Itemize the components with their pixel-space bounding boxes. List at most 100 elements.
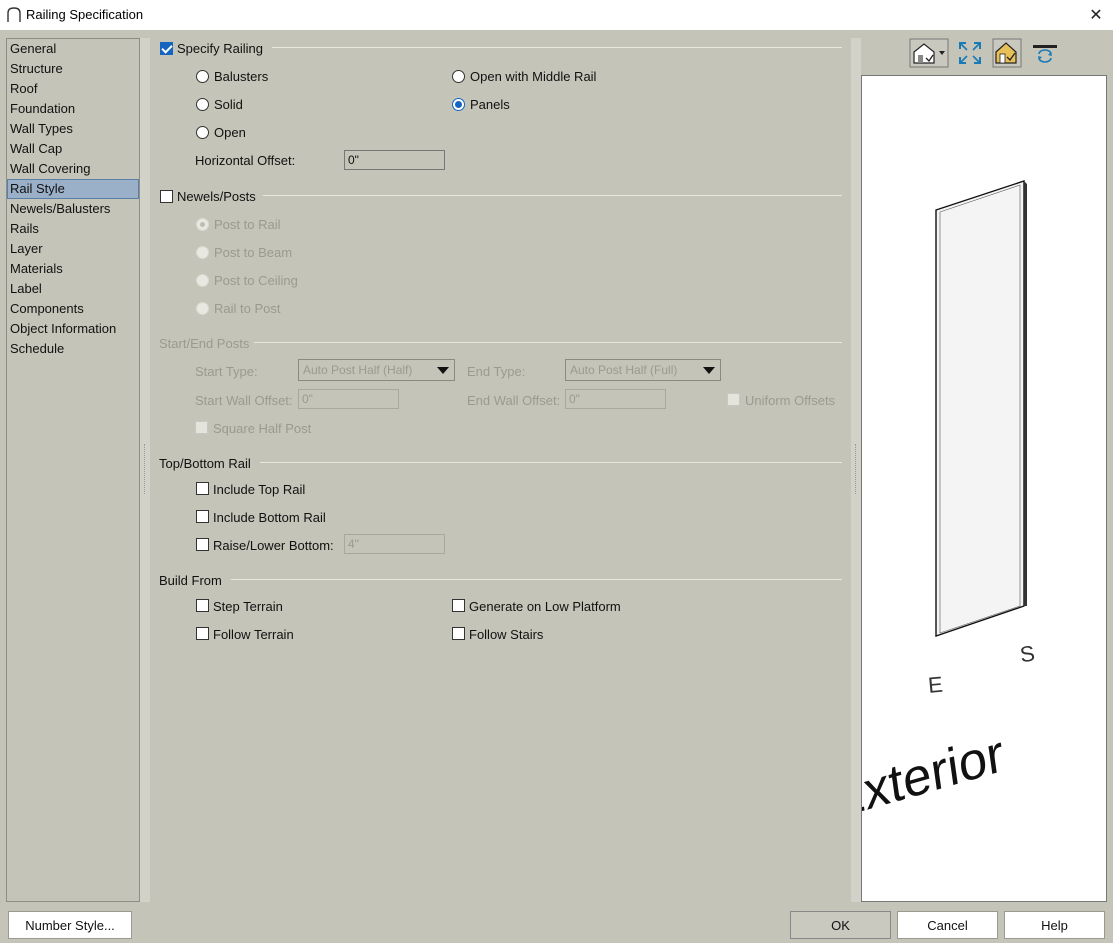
nav-item-layer[interactable]: Layer: [7, 239, 139, 259]
right-splitter[interactable]: [851, 38, 861, 902]
chevron-down-icon: [703, 367, 715, 374]
balusters-label: Balusters: [214, 69, 269, 84]
preview-pane[interactable]: S E Exterior: [861, 75, 1107, 902]
help-button[interactable]: Help: [1004, 911, 1105, 939]
close-icon[interactable]: ✕: [1079, 0, 1113, 30]
raise-lower-bottom-field[interactable]: 4": [344, 534, 445, 554]
post-to-beam-radio[interactable]: [196, 246, 209, 259]
step-terrain-checkbox[interactable]: [196, 599, 209, 612]
panels-radio[interactable]: [452, 98, 465, 111]
fill-window-icon[interactable]: [956, 38, 984, 68]
start-end-posts-label: Start/End Posts: [159, 336, 250, 351]
solid-radio[interactable]: [196, 98, 209, 111]
nav-item-wall-cap[interactable]: Wall Cap: [7, 139, 139, 159]
compass-e-label: E: [927, 672, 944, 698]
include-top-rail-label: Include Top Rail: [213, 482, 306, 497]
category-list: General Structure Roof Foundation Wall T…: [6, 38, 140, 902]
start-type-label: Start Type:: [195, 364, 258, 379]
start-wall-offset-label: Start Wall Offset:: [195, 393, 293, 408]
square-half-post-checkbox[interactable]: [195, 421, 208, 434]
chevron-down-icon: [437, 367, 449, 374]
post-to-rail-label: Post to Rail: [214, 217, 281, 232]
nav-item-roof[interactable]: Roof: [7, 79, 139, 99]
open-with-middle-rail-radio[interactable]: [452, 70, 465, 83]
open-label: Open: [214, 125, 246, 140]
number-style-button[interactable]: Number Style...: [8, 911, 132, 939]
end-wall-offset-field[interactable]: 0": [565, 389, 666, 409]
end-wall-offset-label: End Wall Offset:: [467, 393, 561, 408]
include-bottom-rail-label: Include Bottom Rail: [213, 510, 326, 525]
raise-lower-bottom-label: Raise/Lower Bottom:: [213, 538, 334, 553]
raise-lower-bottom-checkbox[interactable]: [196, 538, 209, 551]
preview-toolbar: [862, 38, 1108, 70]
nav-item-newels-balusters[interactable]: Newels/Balusters: [7, 199, 139, 219]
title-bar: Railing Specification ✕: [0, 0, 1113, 30]
rail-to-post-label: Rail to Post: [214, 301, 281, 316]
post-to-rail-radio[interactable]: [196, 218, 209, 231]
post-to-beam-label: Post to Beam: [214, 245, 293, 260]
house-view-icon[interactable]: [992, 38, 1022, 68]
nav-item-object-information[interactable]: Object Information: [7, 319, 139, 339]
nav-item-materials[interactable]: Materials: [7, 259, 139, 279]
specify-railing-checkbox[interactable]: [160, 42, 173, 55]
specify-railing-label: Specify Railing: [177, 41, 263, 56]
compass-s-label: S: [1018, 640, 1036, 667]
view-mode-icon[interactable]: [908, 38, 950, 68]
divider: [263, 195, 842, 196]
nav-item-rail-style[interactable]: Rail Style: [7, 179, 139, 199]
left-splitter[interactable]: [140, 38, 150, 902]
include-top-rail-checkbox[interactable]: [196, 482, 209, 495]
ok-button[interactable]: OK: [790, 911, 891, 939]
end-type-label: End Type:: [467, 364, 526, 379]
open-radio[interactable]: [196, 126, 209, 139]
divider: [231, 579, 842, 580]
nav-item-rails[interactable]: Rails: [7, 219, 139, 239]
horizontal-offset-label: Horizontal Offset:: [195, 153, 296, 168]
divider: [272, 47, 842, 48]
newels-posts-checkbox[interactable]: [160, 190, 173, 203]
end-type-value: Auto Post Half (Full): [570, 363, 678, 377]
rail-to-post-radio[interactable]: [196, 302, 209, 315]
step-terrain-label: Step Terrain: [213, 599, 283, 614]
generate-low-platform-checkbox[interactable]: [452, 599, 465, 612]
start-type-select[interactable]: Auto Post Half (Half): [298, 359, 455, 381]
nav-item-label[interactable]: Label: [7, 279, 139, 299]
reset-view-icon[interactable]: [1030, 38, 1060, 68]
follow-terrain-label: Follow Terrain: [213, 627, 294, 642]
end-type-select[interactable]: Auto Post Half (Full): [565, 359, 721, 381]
railing-app-icon: [7, 7, 21, 22]
generate-low-platform-label: Generate on Low Platform: [469, 599, 621, 614]
include-bottom-rail-checkbox[interactable]: [196, 510, 209, 523]
square-half-post-label: Square Half Post: [213, 421, 312, 436]
follow-stairs-label: Follow Stairs: [469, 627, 544, 642]
railing-preview-3d: S E Exterior: [862, 180, 1036, 831]
nav-item-schedule[interactable]: Schedule: [7, 339, 139, 359]
nav-item-wall-covering[interactable]: Wall Covering: [7, 159, 139, 179]
newels-posts-label: Newels/Posts: [177, 189, 256, 204]
rail-style-panel: Specify Railing Balusters Solid Open Ope…: [150, 30, 852, 910]
top-bottom-rail-label: Top/Bottom Rail: [159, 456, 251, 471]
follow-terrain-checkbox[interactable]: [196, 627, 209, 640]
exterior-label: Exterior: [862, 724, 1007, 831]
panels-label: Panels: [470, 97, 510, 112]
build-from-label: Build From: [159, 573, 222, 588]
nav-item-components[interactable]: Components: [7, 299, 139, 319]
nav-item-general[interactable]: General: [7, 39, 139, 59]
post-to-ceiling-label: Post to Ceiling: [214, 273, 298, 288]
nav-item-wall-types[interactable]: Wall Types: [7, 119, 139, 139]
uniform-offsets-label: Uniform Offsets: [745, 393, 836, 408]
start-wall-offset-field[interactable]: 0": [298, 389, 399, 409]
nav-item-foundation[interactable]: Foundation: [7, 99, 139, 119]
cancel-button[interactable]: Cancel: [897, 911, 998, 939]
divider: [254, 342, 842, 343]
open-with-middle-rail-label: Open with Middle Rail: [470, 69, 597, 84]
window-title: Railing Specification: [26, 7, 144, 22]
uniform-offsets-checkbox[interactable]: [727, 393, 740, 406]
balusters-radio[interactable]: [196, 70, 209, 83]
horizontal-offset-field[interactable]: 0": [344, 150, 445, 170]
nav-item-structure[interactable]: Structure: [7, 59, 139, 79]
post-to-ceiling-radio[interactable]: [196, 274, 209, 287]
follow-stairs-checkbox[interactable]: [452, 627, 465, 640]
start-type-value: Auto Post Half (Half): [303, 363, 413, 377]
divider: [260, 462, 842, 463]
